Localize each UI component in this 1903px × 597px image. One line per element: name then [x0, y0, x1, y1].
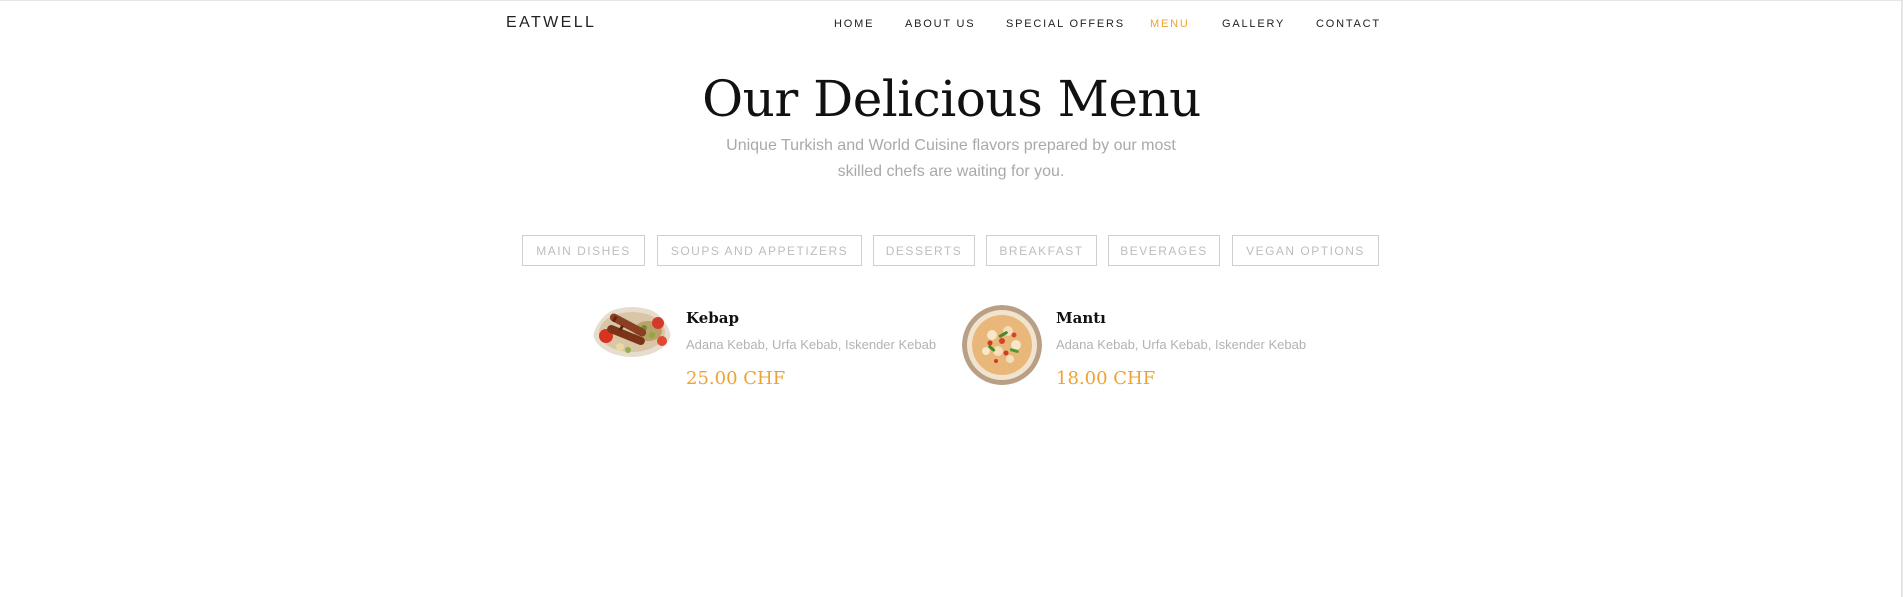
nav-gallery[interactable]: GALLERY [1222, 18, 1285, 30]
kebab-plate-photo [592, 305, 672, 385]
page-subtitle: Unique Turkish and World Cuisine flavors… [726, 137, 1176, 180]
nav-contact[interactable]: CONTACT [1316, 18, 1381, 30]
filter-beverages[interactable]: BEVERAGES [1108, 235, 1220, 266]
filter-breakfast[interactable]: BREAKFAST [986, 235, 1097, 266]
menu-item-name: Kebap [686, 309, 739, 327]
filter-vegan-options[interactable]: VEGAN OPTIONS [1232, 235, 1379, 266]
top-border [0, 0, 1903, 1]
filter-main-dishes[interactable]: MAIN DISHES [522, 235, 645, 266]
menu-item-name: Mantı [1056, 309, 1106, 327]
nav-about-us[interactable]: ABOUT US [905, 18, 975, 30]
nav-menu[interactable]: MENU [1150, 18, 1190, 30]
manti-bowl-photo [962, 305, 1042, 385]
nav-home[interactable]: HOME [834, 18, 874, 30]
nav-special-offers[interactable]: SPECIAL OFFERS [1006, 18, 1125, 30]
menu-item-price: 25.00 CHF [686, 368, 786, 389]
menu-item-description: Adana Kebab, Urfa Kebab, Iskender Kebab [1056, 337, 1307, 352]
page-title: Our Delicious Menu [702, 70, 1201, 128]
main-nav: HOME ABOUT US SPECIAL OFFERS MENU GALLER… [0, 18, 1903, 34]
filter-desserts[interactable]: DESSERTS [873, 235, 975, 266]
menu-item-description: Adana Kebab, Urfa Kebab, Iskender Kebab [686, 337, 937, 352]
menu-item-price: 18.00 CHF [1056, 368, 1156, 389]
filter-soups-and-appetizers[interactable]: SOUPS AND APPETIZERS [657, 235, 862, 266]
